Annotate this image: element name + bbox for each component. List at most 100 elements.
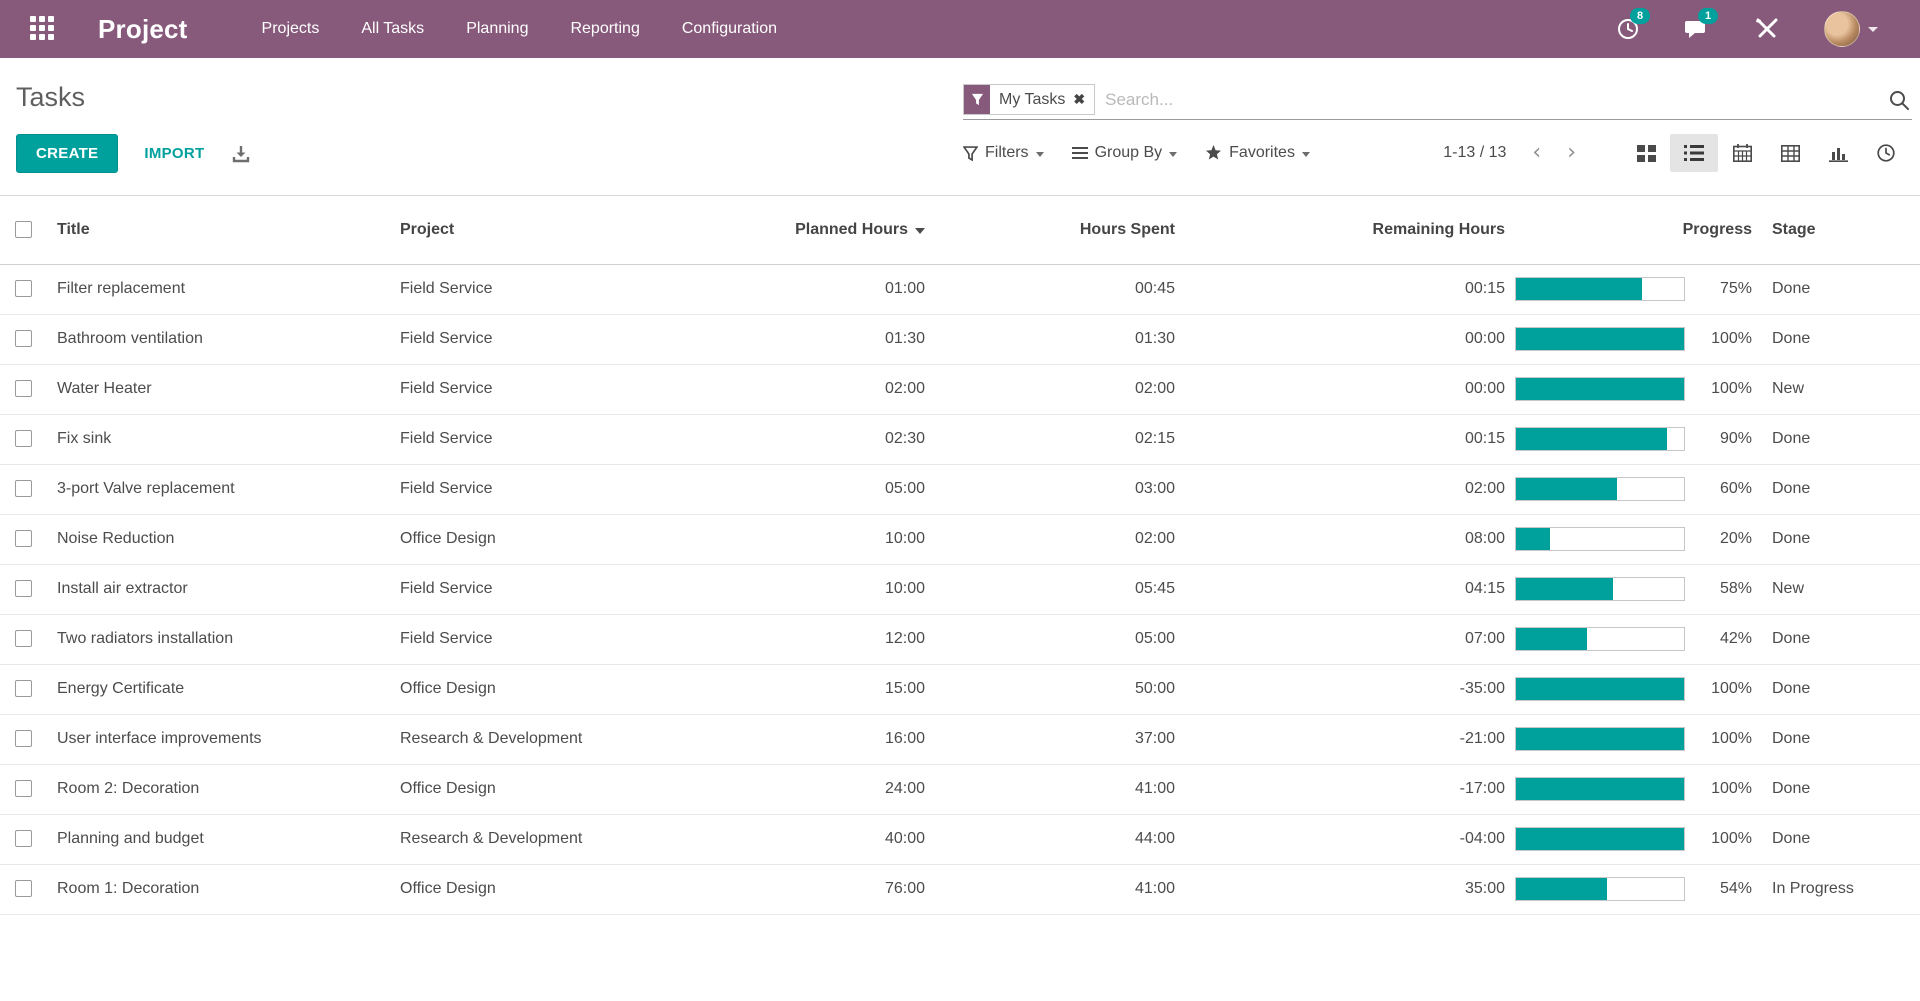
row-checkbox[interactable] [14, 880, 32, 898]
stage-cell: In Progress [1758, 864, 1920, 915]
view-switcher [1622, 134, 1910, 172]
group-by-dropdown[interactable]: Group By [1071, 144, 1178, 162]
create-button[interactable]: CREATE [16, 134, 119, 173]
filters-dropdown[interactable]: Filters [963, 144, 1044, 162]
column-header-progress[interactable]: Progress [1509, 196, 1758, 265]
row-checkbox[interactable] [14, 330, 32, 348]
table-row[interactable]: Filter replacement Field Service 01:00 00:4… [0, 264, 1920, 315]
row-checkbox[interactable] [14, 680, 32, 698]
import-button[interactable]: IMPORT [144, 145, 204, 162]
progress-percent-cell: 90% [1695, 414, 1758, 465]
row-checkbox[interactable] [14, 730, 32, 748]
planned-hours-cell: 10:00 [690, 514, 929, 565]
row-checkbox[interactable] [14, 530, 32, 548]
table-row[interactable]: User interface improvements Research & De… [0, 714, 1920, 765]
search-magnifier-icon[interactable] [1888, 89, 1910, 111]
progress-bar [1515, 577, 1685, 601]
table-row[interactable]: Planning and budget Research & Developmen… [0, 814, 1920, 865]
activity-clock-icon[interactable]: 8 [1616, 8, 1651, 41]
nav-menu: Projects All Tasks Planning Reporting Co… [260, 14, 779, 44]
favorites-dropdown[interactable]: Favorites [1205, 144, 1310, 162]
row-select-checkbox-cell [0, 414, 44, 465]
task-table-body: Filter replacement Field Service 01:00 00:4… [0, 264, 1920, 915]
stage-cell: Done [1758, 264, 1920, 315]
column-header-hours-spent[interactable]: Hours Spent [929, 196, 1179, 265]
nav-item-all-tasks[interactable]: All Tasks [359, 14, 426, 44]
row-checkbox[interactable] [14, 480, 32, 498]
row-checkbox[interactable] [14, 630, 32, 648]
progress-bar-fill [1516, 728, 1684, 750]
stage-cell: Done [1758, 414, 1920, 465]
column-header-remaining-hours[interactable]: Remaining Hours [1179, 196, 1509, 265]
column-header-project[interactable]: Project [400, 196, 690, 265]
select-all-checkbox[interactable] [14, 221, 32, 239]
table-row[interactable]: Two radiators installation Field Service 1… [0, 614, 1920, 665]
remaining-hours-cell: 08:00 [1179, 514, 1509, 565]
remaining-hours-cell: 00:15 [1179, 264, 1509, 315]
row-checkbox[interactable] [14, 380, 32, 398]
row-checkbox[interactable] [14, 580, 32, 598]
list-view-icon[interactable] [1670, 134, 1718, 172]
hours-spent-cell: 41:00 [929, 864, 1179, 915]
pager-previous-icon[interactable]: ‹ [1532, 142, 1541, 164]
column-header-stage[interactable]: Stage [1758, 196, 1920, 265]
progress-bar-cell [1509, 564, 1695, 615]
activity-view-icon[interactable] [1862, 134, 1910, 172]
download-icon[interactable] [231, 144, 251, 164]
planned-hours-cell: 40:00 [690, 814, 929, 865]
table-row[interactable]: Install air extractor Field Service 10:00 0… [0, 564, 1920, 615]
row-checkbox[interactable] [14, 830, 32, 848]
task-title-cell: Planning and budget [44, 814, 400, 865]
task-title-cell: Room 1: Decoration [44, 864, 400, 915]
hours-spent-cell: 05:45 [929, 564, 1179, 615]
stage-cell: Done [1758, 814, 1920, 865]
calendar-view-icon[interactable] [1718, 134, 1766, 172]
remaining-hours-cell: -17:00 [1179, 764, 1509, 815]
project-cell: Field Service [400, 464, 690, 515]
table-row[interactable]: Noise Reduction Office Design 10:00 02:00 08… [0, 514, 1920, 565]
progress-bar-cell [1509, 464, 1695, 515]
progress-bar-cell [1509, 264, 1695, 315]
graph-view-icon[interactable] [1814, 134, 1862, 172]
nav-item-reporting[interactable]: Reporting [568, 14, 641, 44]
row-checkbox[interactable] [14, 280, 32, 298]
nav-item-planning[interactable]: Planning [464, 14, 530, 44]
row-select-checkbox-cell [0, 864, 44, 915]
kanban-view-icon[interactable] [1622, 134, 1670, 172]
pager-next-icon[interactable]: › [1567, 142, 1576, 164]
task-title-cell: Noise Reduction [44, 514, 400, 565]
developer-tools-icon[interactable] [1754, 16, 1780, 42]
row-select-checkbox-cell [0, 664, 44, 715]
nav-item-configuration[interactable]: Configuration [680, 14, 779, 44]
table-row[interactable]: 3-port Valve replacement Field Service 05:… [0, 464, 1920, 515]
column-header-title[interactable]: Title [44, 196, 400, 265]
table-row[interactable]: Room 2: Decoration Office Design 24:00 41:0… [0, 764, 1920, 815]
apps-grid-icon[interactable] [30, 16, 56, 42]
project-cell: Office Design [400, 664, 690, 715]
progress-bar-cell [1509, 814, 1695, 865]
search-input[interactable] [1095, 89, 1888, 110]
table-row[interactable]: Energy Certificate Office Design 15:00 50:0… [0, 664, 1920, 715]
task-title-cell: User interface improvements [44, 714, 400, 765]
row-checkbox[interactable] [14, 780, 32, 798]
pivot-view-icon[interactable] [1766, 134, 1814, 172]
table-row[interactable]: Room 1: Decoration Office Design 76:00 41:0… [0, 864, 1920, 915]
table-row[interactable]: Bathroom ventilation Field Service 01:30 01… [0, 314, 1920, 365]
task-title-cell: Install air extractor [44, 564, 400, 615]
progress-bar-fill [1516, 878, 1607, 900]
column-header-planned-hours[interactable]: Planned Hours [690, 196, 929, 265]
remove-facet-icon[interactable]: ✖ [1073, 91, 1085, 108]
nav-item-projects[interactable]: Projects [260, 14, 322, 44]
progress-bar-cell [1509, 364, 1695, 415]
app-name[interactable]: Project [98, 14, 188, 45]
row-checkbox[interactable] [14, 430, 32, 448]
project-cell: Research & Development [400, 814, 690, 865]
table-row[interactable]: Water Heater Field Service 02:00 02:00 00:00… [0, 364, 1920, 415]
progress-bar-fill [1516, 678, 1684, 700]
progress-bar [1515, 827, 1685, 851]
user-menu[interactable] [1824, 11, 1878, 47]
messages-bubble-icon[interactable]: 1 [1684, 8, 1719, 41]
hours-spent-cell: 02:15 [929, 414, 1179, 465]
table-row[interactable]: Fix sink Field Service 02:30 02:15 00:15 90% D… [0, 414, 1920, 465]
row-select-checkbox-cell [0, 764, 44, 815]
